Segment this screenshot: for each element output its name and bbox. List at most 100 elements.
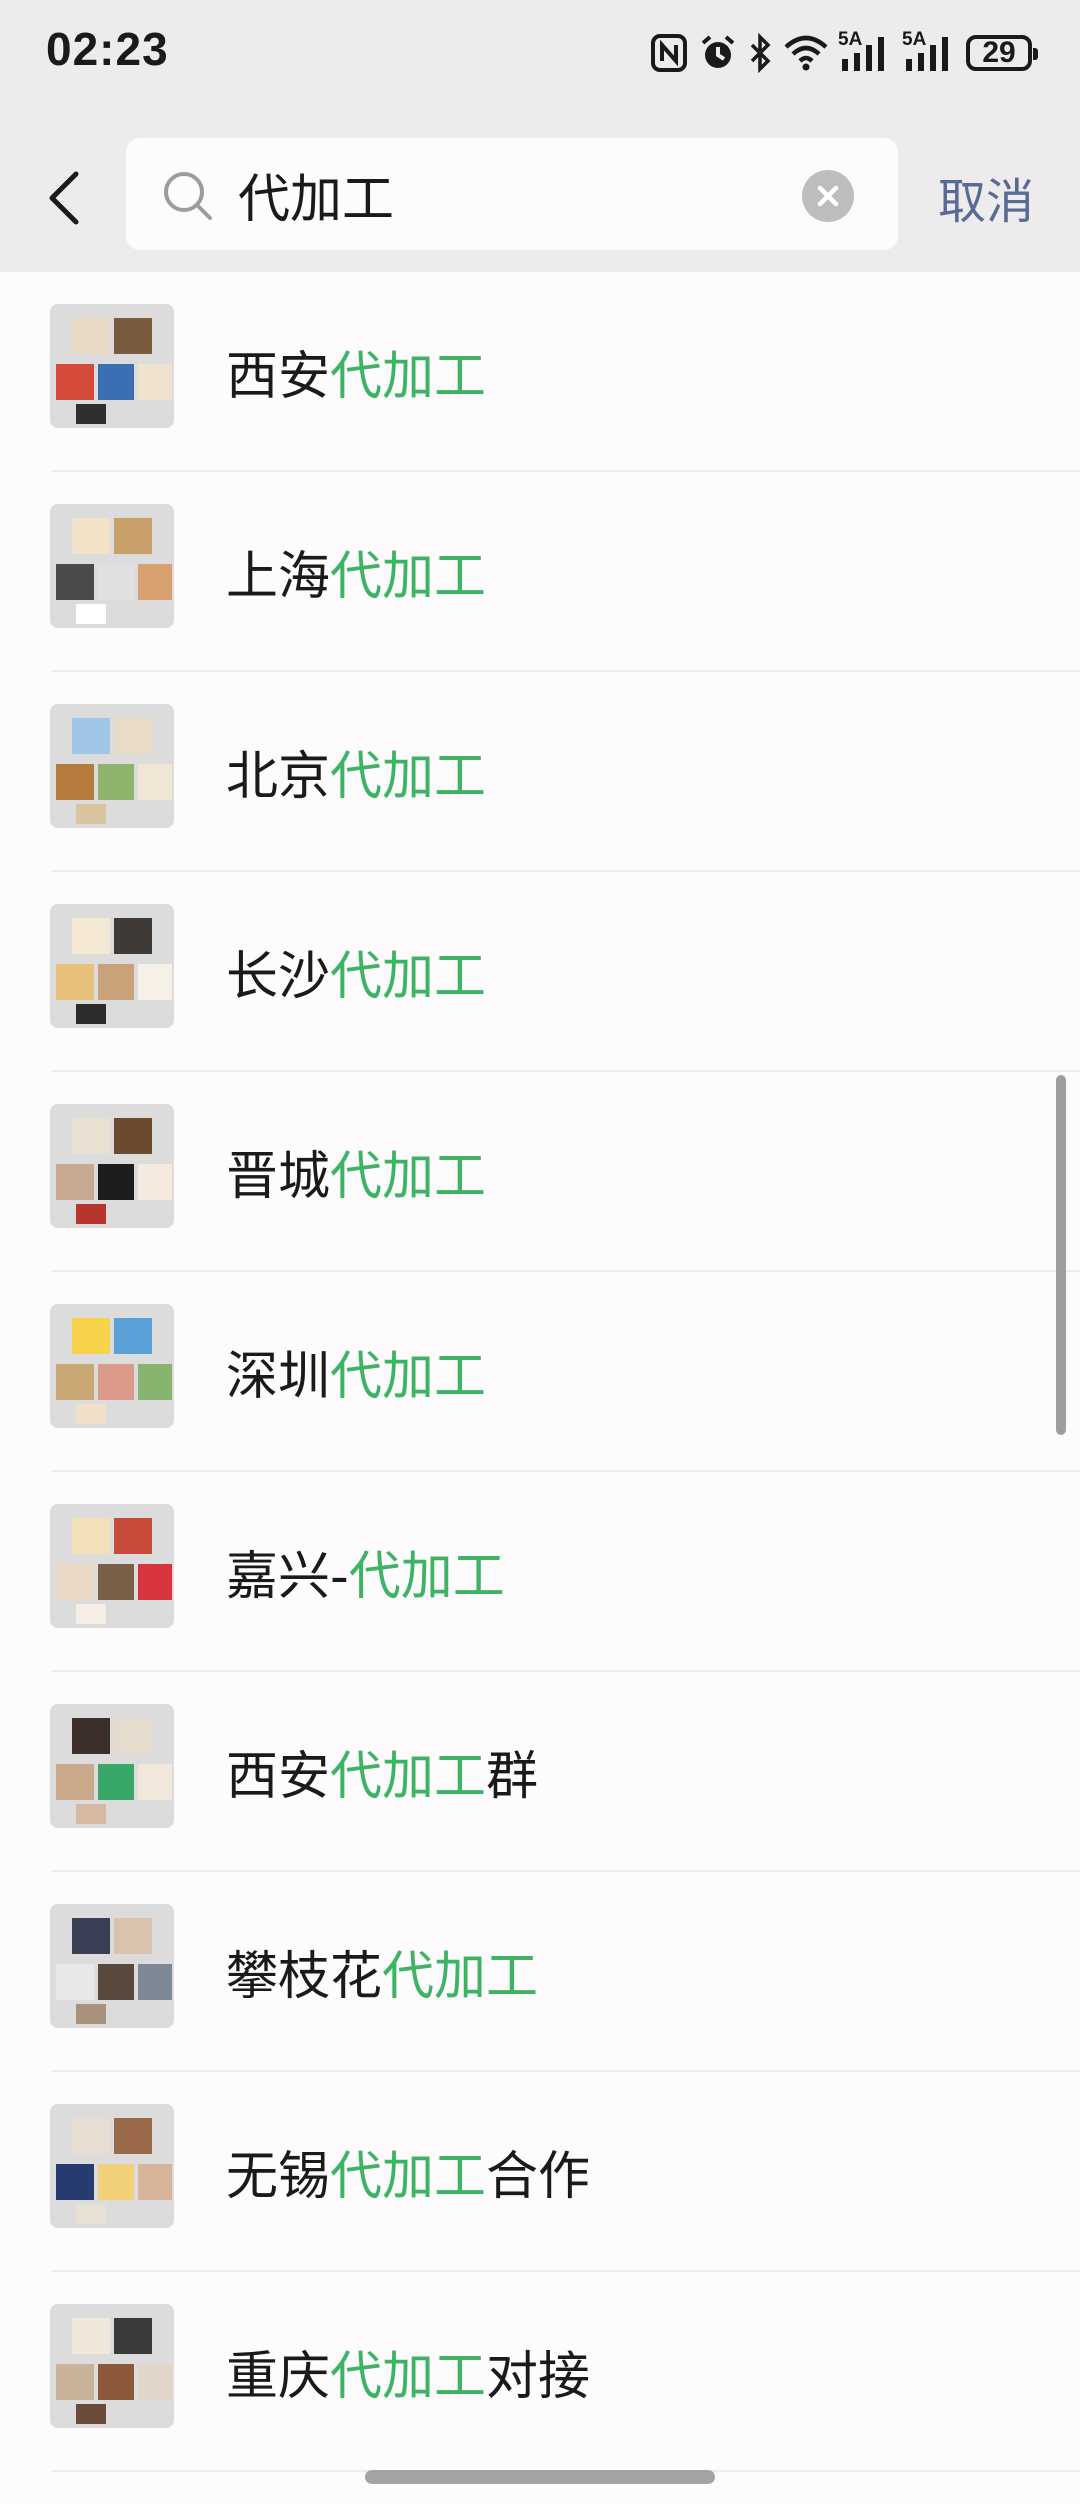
avatar-thumb (138, 1564, 172, 1600)
group-avatar (50, 304, 174, 428)
avatar-thumb (56, 1764, 94, 1800)
result-row[interactable]: 深圳代加工 (0, 1272, 1080, 1472)
avatar-thumb (72, 718, 110, 754)
result-name: 深圳代加工 (226, 1334, 486, 1409)
result-row[interactable]: 攀枝花代加工 (0, 1872, 1080, 2072)
result-name-highlight: 代加工 (330, 1747, 487, 1807)
result-row[interactable]: 北京代加工 (0, 672, 1080, 872)
result-row[interactable]: 无锡代加工合作 (0, 2072, 1080, 2272)
avatar-thumb (72, 918, 110, 954)
signal-icon-1: 5A (838, 29, 892, 73)
avatar-thumb (98, 764, 134, 800)
avatar-thumb (72, 2318, 110, 2354)
home-indicator[interactable] (365, 2470, 715, 2484)
group-avatar (50, 1704, 174, 1828)
avatar-thumb (56, 964, 94, 1000)
nfc-icon (650, 33, 688, 73)
bluetooth-icon (748, 33, 774, 73)
avatar-thumb (98, 564, 134, 600)
avatar-thumb (76, 1404, 106, 1424)
result-row[interactable]: 上海代加工 (0, 472, 1080, 672)
result-name: 上海代加工 (226, 534, 486, 609)
result-name: 晋城代加工 (226, 1134, 486, 1209)
avatar-thumb (56, 364, 94, 400)
avatar-thumb (56, 564, 94, 600)
avatar-thumb (76, 604, 106, 624)
result-name-prefix: 重庆 (226, 2347, 331, 2407)
avatar-thumb (76, 1204, 106, 1224)
avatar-thumb (76, 2004, 106, 2024)
avatar-thumb (98, 2364, 134, 2400)
result-name-prefix: 深圳 (226, 1347, 331, 1407)
result-name-highlight: 代加工 (330, 1347, 487, 1407)
avatar-thumb (72, 1118, 110, 1154)
avatar-thumb (72, 1918, 110, 1954)
result-name-prefix: 攀枝花 (226, 1947, 383, 2007)
alarm-icon (698, 33, 738, 73)
group-avatar (50, 1504, 174, 1628)
search-input[interactable] (238, 160, 798, 228)
avatar-thumb (76, 1604, 106, 1624)
clear-search-button[interactable] (802, 170, 854, 222)
avatar-thumb (114, 2318, 152, 2354)
result-row[interactable]: 西安代加工群 (0, 1672, 1080, 1872)
avatar-thumb (72, 2118, 110, 2154)
avatar-thumb (114, 718, 152, 754)
avatar-thumb (114, 2118, 152, 2154)
avatar-thumb (98, 1164, 134, 1200)
avatar-thumb (72, 318, 110, 354)
result-name-highlight: 代加工 (330, 2147, 487, 2207)
result-name: 攀枝花代加工 (226, 1934, 538, 2009)
avatar-thumb (114, 918, 152, 954)
result-name-prefix: 北京 (226, 747, 331, 807)
result-row[interactable]: 西安代加工 (0, 272, 1080, 472)
avatar-thumb (76, 2204, 106, 2224)
result-name-prefix: 西安 (226, 1747, 331, 1807)
avatar-thumb (138, 764, 172, 800)
result-row[interactable]: 晋城代加工 (0, 1072, 1080, 1272)
chevron-left-icon (49, 171, 79, 225)
group-avatar (50, 904, 174, 1028)
search-header: 取消 (0, 110, 1080, 272)
avatar-thumb (138, 1364, 172, 1400)
result-name: 无锡代加工合作 (226, 2134, 590, 2209)
avatar-thumb (98, 1364, 134, 1400)
avatar-thumb (114, 1718, 152, 1754)
cancel-button[interactable]: 取消 (938, 162, 1034, 232)
avatar-thumb (76, 404, 106, 424)
avatar-thumb (114, 1518, 152, 1554)
result-row[interactable]: 重庆代加工对接 (0, 2272, 1080, 2472)
result-row[interactable]: 嘉兴-代加工 (0, 1472, 1080, 1672)
search-box[interactable] (126, 138, 898, 250)
result-name-highlight: 代加工 (382, 1947, 539, 2007)
result-name: 长沙代加工 (226, 934, 486, 1009)
group-avatar (50, 1304, 174, 1428)
avatar-thumb (56, 1564, 94, 1600)
scrollbar[interactable] (1056, 1075, 1066, 1435)
avatar-thumb (138, 364, 172, 400)
avatar-thumb (98, 1564, 134, 1600)
result-name: 西安代加工群 (226, 1734, 538, 1809)
avatar-thumb (138, 2164, 172, 2200)
avatar-thumb (76, 2404, 106, 2424)
avatar-thumb (56, 1364, 94, 1400)
result-name-prefix: 晋城 (226, 1147, 331, 1207)
avatar-thumb (98, 1964, 134, 2000)
group-avatar (50, 704, 174, 828)
avatar-thumb (114, 318, 152, 354)
avatar-thumb (56, 764, 94, 800)
result-name-highlight: 代加工 (330, 2347, 487, 2407)
back-button[interactable] (44, 168, 84, 228)
result-row[interactable]: 长沙代加工 (0, 872, 1080, 1072)
avatar-thumb (138, 964, 172, 1000)
result-name-prefix: 嘉兴- (226, 1547, 349, 1607)
result-name-prefix: 上海 (226, 547, 331, 607)
search-results-list: 西安代加工 上海代加工 北京代加工 长沙代加工 晋城代加工 深圳代加工 嘉兴-代加工 西安代加… (0, 272, 1080, 2472)
wifi-icon (784, 35, 828, 71)
signal-icon-2: 5A (902, 29, 956, 73)
close-icon (817, 185, 839, 207)
search-icon (160, 168, 216, 228)
avatar-thumb (138, 1964, 172, 2000)
group-avatar (50, 1104, 174, 1228)
result-name-prefix: 长沙 (226, 947, 331, 1007)
